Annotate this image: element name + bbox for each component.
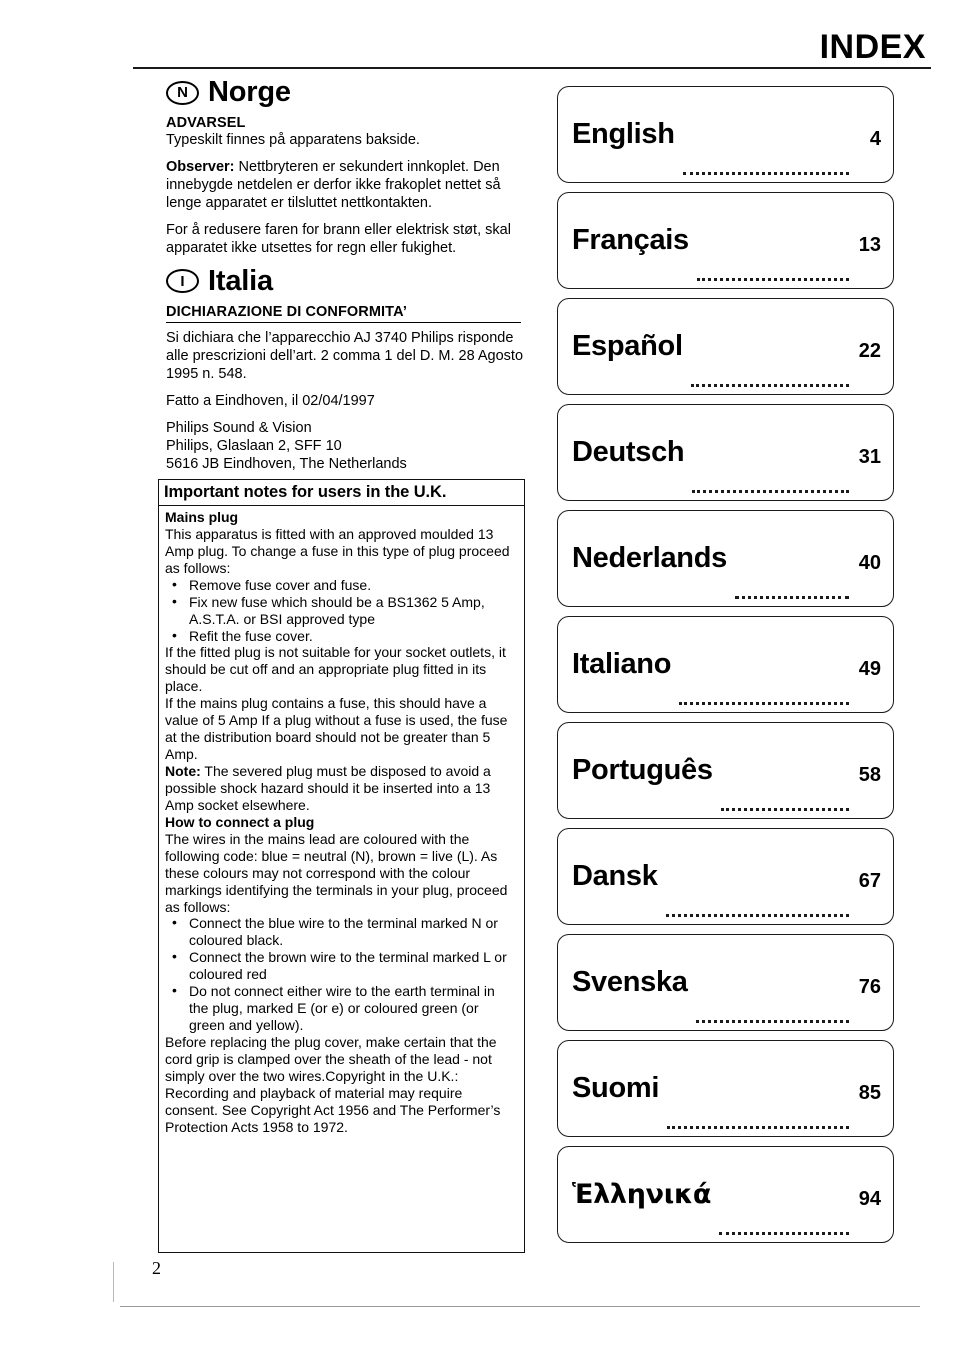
index-list: English 4 Français 13 Español 22 Deutsch… [557, 86, 894, 1252]
scan-edge-artifact [113, 1262, 114, 1302]
cord-grip-text: Before replacing the plug cover, make ce… [165, 1034, 501, 1135]
dichiarazione-heading: DICHIARAZIONE DI CONFORMITA’ [166, 304, 521, 323]
uk-notes-box: Important notes for users in the U.K. Ma… [158, 479, 525, 1253]
left-column: N Norge ADVARSEL Typeskilt finnes på app… [166, 78, 534, 478]
index-entry-label: Deutsch [572, 436, 685, 468]
header-divider [133, 67, 931, 69]
index-entry-label: Suomi [572, 1072, 660, 1104]
index-entry-italiano[interactable]: Italiano 49 [557, 616, 894, 713]
connect-steps-list: Connect the blue wire to the terminal ma… [165, 914, 518, 1034]
index-entry-francais[interactable]: Français 13 [557, 192, 894, 289]
uk-notes-title: Important notes for users in the U.K. [159, 480, 524, 506]
dichiarazione-text: Si dichiara che l’apparecchio AJ 3740 Ph… [166, 329, 524, 382]
index-entry-english[interactable]: English 4 [557, 86, 894, 183]
connect-plug-intro: The wires in the mains lead are coloured… [165, 830, 508, 915]
italia-heading: I Italia [166, 264, 534, 297]
address-line-2: Philips, Glaslaan 2, SFF 10 [166, 437, 342, 454]
index-entry-label: Nederlands [572, 542, 727, 574]
observer-label: Observer: [166, 158, 235, 175]
index-entry-page: 94 [858, 1187, 881, 1210]
list-item: Fix new fuse which should be a BS1362 5 … [169, 593, 518, 628]
manual-index-page: INDEX N Norge ADVARSEL Typeskilt finnes … [0, 0, 954, 1346]
index-entry-nederlands[interactable]: Nederlands 40 [557, 510, 894, 607]
index-entry-label: Dansk [572, 860, 658, 892]
index-entry-svenska[interactable]: Svenska 76 [557, 934, 894, 1031]
index-entry-page: 4 [869, 127, 881, 150]
dot-leader [696, 277, 849, 281]
index-entry-page: 49 [858, 657, 881, 680]
index-entry-page: 58 [858, 763, 881, 786]
norge-safety-text: For å redusere faren for brann eller ele… [166, 221, 511, 256]
observer-paragraph: Observer: Nettbryteren er sekundert innk… [166, 159, 534, 213]
country-name-italia: Italia [208, 264, 273, 297]
dot-leader [692, 489, 849, 493]
index-entry-label: Italiano [572, 648, 672, 680]
dot-leader [719, 1231, 849, 1235]
unsuitable-plug-text: If the fitted plug is not suitable for y… [165, 644, 506, 695]
norge-heading: N Norge [166, 78, 534, 107]
index-entry-page: 40 [858, 551, 881, 574]
index-entry-portugues[interactable]: Português 58 [557, 722, 894, 819]
index-entry-deutsch[interactable]: Deutsch 31 [557, 404, 894, 501]
fuse-steps-list: Remove fuse cover and fuse. Fix new fuse… [165, 576, 518, 645]
list-item: Remove fuse cover and fuse. [169, 576, 518, 594]
dot-leader [695, 1019, 849, 1023]
index-entry-page: 76 [858, 975, 881, 998]
page-bottom-divider [120, 1306, 920, 1307]
mains-plug-heading: Mains plug [165, 508, 239, 525]
connect-plug-heading: How to connect a plug [165, 813, 315, 830]
index-entry-espanol[interactable]: Español 22 [557, 298, 894, 395]
dot-leader [720, 807, 849, 811]
list-item: Connect the brown wire to the terminal m… [169, 948, 518, 983]
severed-plug-note: Note: The severed plug must be disposed … [165, 763, 518, 814]
country-code-oval-italy: I [166, 269, 199, 294]
list-item: Refit the fuse cover. [169, 627, 518, 645]
index-entry-page: 31 [858, 445, 881, 468]
dot-leader [690, 383, 849, 387]
address-line-1: Philips Sound & Vision [166, 419, 312, 436]
advarsel-heading: ADVARSEL [166, 115, 246, 131]
advarsel-text: Typeskilt finnes på apparatens bakside. [166, 132, 420, 148]
index-entry-page: 67 [858, 869, 881, 892]
address-block: Philips Sound & Vision Philips, Glaslaan… [166, 420, 534, 474]
index-entry-ellinika[interactable]: Ἑλληνικά 94 [557, 1146, 894, 1243]
fuse-value-text: If the mains plug contains a fuse, this … [165, 695, 508, 763]
dot-leader [734, 595, 849, 599]
index-entry-label: Ἑλληνικά [572, 1179, 712, 1210]
uk-notes-body: Mains plug This apparatus is fitted with… [159, 506, 524, 1136]
index-entry-label: Português [572, 754, 713, 786]
page-number: 2 [152, 1258, 161, 1278]
index-entry-label: Svenska [572, 966, 688, 998]
index-entry-label: English [572, 118, 675, 150]
index-entry-dansk[interactable]: Dansk 67 [557, 828, 894, 925]
mains-plug-intro: This apparatus is fitted with an approve… [165, 525, 510, 576]
note-label: Note: [165, 763, 201, 780]
index-entry-page: 13 [858, 233, 881, 256]
address-line-3: 5616 JB Eindhoven, The Netherlands [166, 455, 407, 472]
dot-leader [682, 171, 849, 175]
list-item: Connect the blue wire to the terminal ma… [169, 914, 518, 949]
list-item: Do not connect either wire to the earth … [169, 982, 518, 1034]
index-entry-suomi[interactable]: Suomi 85 [557, 1040, 894, 1137]
country-name-norge: Norge [208, 76, 291, 108]
place-date-text: Fatto a Eindhoven, il 02/04/1997 [166, 392, 375, 409]
index-entry-page: 22 [858, 339, 881, 362]
dot-leader [667, 1125, 849, 1129]
index-entry-page: 85 [858, 1081, 881, 1104]
note-text: The severed plug must be disposed to avo… [165, 763, 491, 813]
dot-leader [679, 701, 849, 705]
country-code-oval-norway: N [166, 80, 199, 105]
index-entry-label: Français [572, 224, 689, 256]
page-title: INDEX [819, 28, 926, 66]
index-entry-label: Español [572, 330, 683, 362]
dot-leader [665, 913, 849, 917]
